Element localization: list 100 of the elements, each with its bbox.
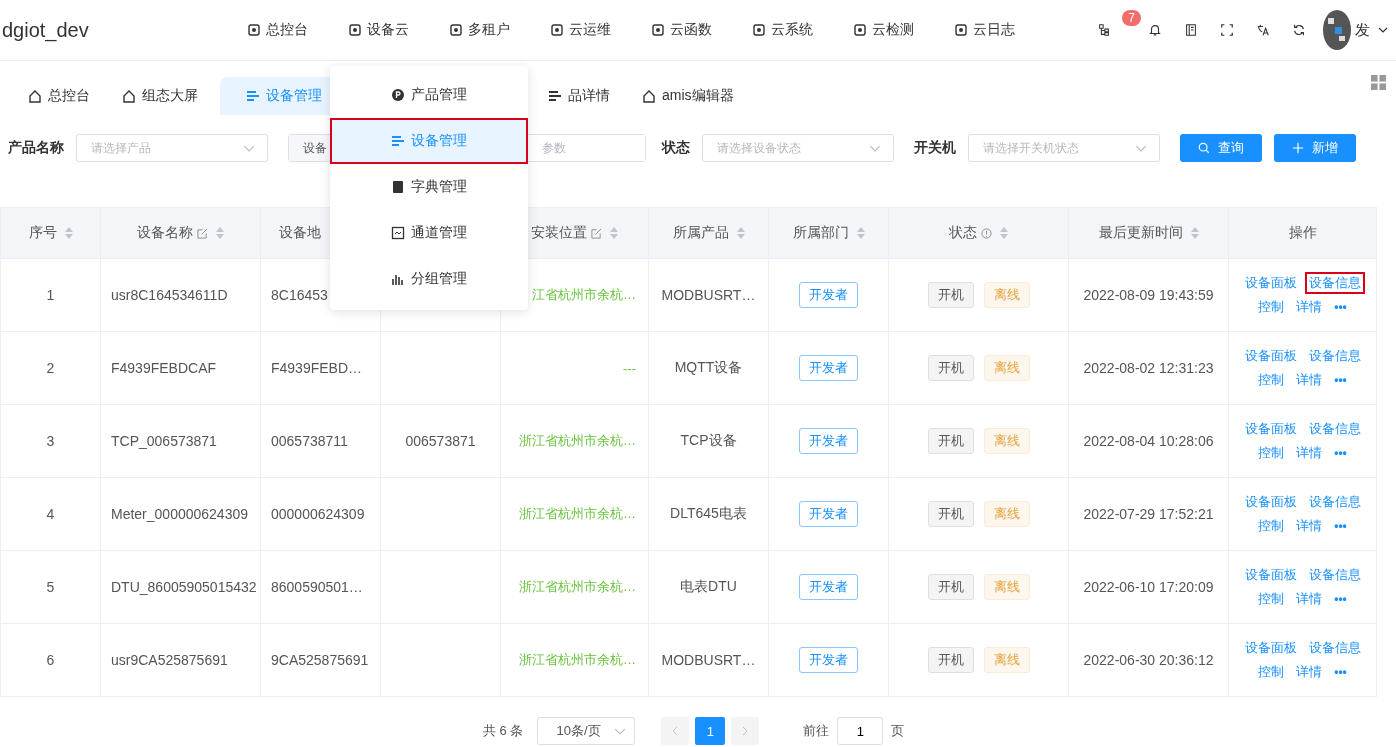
action-link[interactable]: 控制 [1256, 298, 1287, 316]
nav-menu-item[interactable]: 云日志 [954, 21, 1015, 39]
action-link[interactable]: 详情 [1294, 590, 1325, 608]
table-cell: 浙江省杭州市余杭… [519, 579, 636, 594]
action-link[interactable]: ••• [1332, 517, 1349, 535]
table-cell: 8C16453 [271, 287, 328, 303]
action-link[interactable]: 控制 [1256, 371, 1287, 389]
action-link[interactable]: 控制 [1256, 444, 1287, 462]
action-link[interactable]: 设备面板 [1242, 566, 1299, 584]
nav-menu-item[interactable]: 设备云 [348, 21, 409, 39]
action-link[interactable]: 设备信息 [1306, 420, 1363, 438]
column-header: 设备地 [279, 224, 321, 242]
action-link[interactable]: ••• [1332, 298, 1349, 316]
table-cell: 5 [46, 579, 55, 595]
action-link[interactable]: 详情 [1294, 371, 1325, 389]
nav-menu-item[interactable]: 云系统 [752, 21, 813, 39]
action-link[interactable]: 设备信息 [1306, 274, 1363, 292]
page-tab[interactable]: amis编辑器 [626, 77, 750, 115]
table-cell: --- [623, 360, 636, 376]
table-cell: 1 [46, 287, 55, 303]
table-cell: 4 [46, 506, 55, 522]
power-tag: 开机 [927, 282, 974, 308]
menu-item[interactable]: 字典管理 [330, 164, 528, 210]
action-link[interactable]: ••• [1332, 663, 1349, 681]
table-cell: 2022-08-02 12:31:23 [1083, 360, 1214, 376]
action-link[interactable]: 详情 [1294, 444, 1325, 462]
table-cell: usr8C164534611D [111, 287, 228, 303]
notification-badge: 7 [1122, 10, 1141, 26]
action-link[interactable]: 详情 [1294, 663, 1325, 681]
table-cell: MQTT设备 [674, 359, 743, 375]
table-cell: 3 [46, 433, 55, 449]
user-name[interactable]: 发 [1355, 20, 1370, 40]
power-tag: 开机 [927, 647, 974, 673]
table-cell: F4939FEBD… [271, 360, 363, 376]
add-button[interactable]: 新增 [1274, 134, 1356, 162]
department-tag: 开发者 [799, 574, 858, 600]
action-link[interactable]: ••• [1332, 590, 1349, 608]
action-link[interactable]: 详情 [1294, 298, 1325, 316]
query-button[interactable]: 查询 [1180, 134, 1262, 162]
nav-menu-item[interactable]: 总控台 [247, 21, 308, 39]
table-cell: 6 [46, 652, 55, 668]
column-header: 操作 [1288, 224, 1317, 242]
action-link[interactable]: 设备信息 [1306, 493, 1363, 511]
column-header: 所属产品 [672, 224, 729, 242]
action-link[interactable]: 设备信息 [1306, 639, 1363, 657]
page-size-select[interactable]: 10条/页 [537, 717, 636, 745]
page-input[interactable]: 1 [837, 717, 884, 745]
table-cell: 浙江省杭州市余杭… [519, 433, 636, 448]
status-tag: 离线 [983, 501, 1030, 527]
action-link[interactable]: 控制 [1256, 663, 1287, 681]
nav-menu-item[interactable]: 云函数 [651, 21, 712, 39]
table-cell: 浙江省杭州市余杭… [519, 506, 636, 521]
action-link[interactable]: ••• [1332, 371, 1349, 389]
page-tab[interactable]: 组态大屏 [106, 77, 214, 115]
nav-menu-item[interactable]: 多租户 [449, 21, 510, 39]
action-link[interactable]: ••• [1332, 444, 1349, 462]
status-tag: 离线 [983, 647, 1030, 673]
action-link[interactable]: 设备面板 [1242, 639, 1299, 657]
action-link[interactable]: 详情 [1294, 517, 1325, 535]
table-cell: TCP_006573871 [111, 433, 217, 449]
action-link[interactable]: 设备信息 [1306, 566, 1363, 584]
table-cell: 006573871 [405, 433, 476, 449]
status-tag: 离线 [983, 282, 1030, 308]
column-header: 序号 [28, 224, 57, 242]
page-tab[interactable]: 总控台 [12, 77, 106, 115]
table-cell: 2 [46, 360, 55, 376]
page-tab[interactable]: 品详情 [532, 77, 626, 115]
table-cell: DLT645电表 [670, 505, 747, 521]
action-link[interactable]: 设备面板 [1242, 493, 1299, 511]
power-tag: 开机 [927, 574, 974, 600]
action-link[interactable]: 控制 [1256, 590, 1287, 608]
table-cell: 2022-07-29 17:52:21 [1083, 506, 1214, 522]
page-number-button[interactable]: 1 [695, 717, 726, 745]
power-select[interactable]: 请选择开关机状态 [968, 134, 1160, 162]
table-cell: F4939FEBDCAF [111, 360, 217, 376]
menu-item[interactable]: 设备管理 [330, 118, 528, 164]
menu-item[interactable]: 分组管理 [330, 256, 528, 302]
nav-menu-item[interactable]: 云检测 [853, 21, 914, 39]
table-cell: 9CA525875691 [271, 652, 369, 668]
table-cell: 000000624309 [271, 506, 365, 522]
power-tag: 开机 [927, 428, 974, 454]
menu-item[interactable]: 通道管理 [330, 210, 528, 256]
nav-menu-item[interactable]: 云运维 [550, 21, 611, 39]
table-cell: DTU_86005905015432 [111, 579, 257, 595]
status-select[interactable]: 请选择设备状态 [702, 134, 894, 162]
table-cell: usr9CA525875691 [111, 652, 228, 668]
total-count: 共 6 条 [483, 722, 524, 740]
action-link[interactable]: 设备面板 [1242, 420, 1299, 438]
table-cell: MODBUSRT… [661, 287, 756, 303]
status-tag: 离线 [983, 428, 1030, 454]
table-cell: 江省杭州市余杭… [532, 287, 636, 302]
filter-label: 状态 [662, 139, 690, 157]
action-link[interactable]: 设备信息 [1306, 347, 1363, 365]
action-link[interactable]: 设备面板 [1242, 347, 1299, 365]
action-link[interactable]: 设备面板 [1242, 274, 1299, 292]
table-cell: MODBUSRT… [661, 652, 756, 668]
product-select[interactable]: 请选择产品 [76, 134, 268, 162]
action-link[interactable]: 控制 [1256, 517, 1287, 535]
table-cell: TCP设备 [680, 432, 737, 448]
page-suffix: 页 [891, 722, 905, 740]
